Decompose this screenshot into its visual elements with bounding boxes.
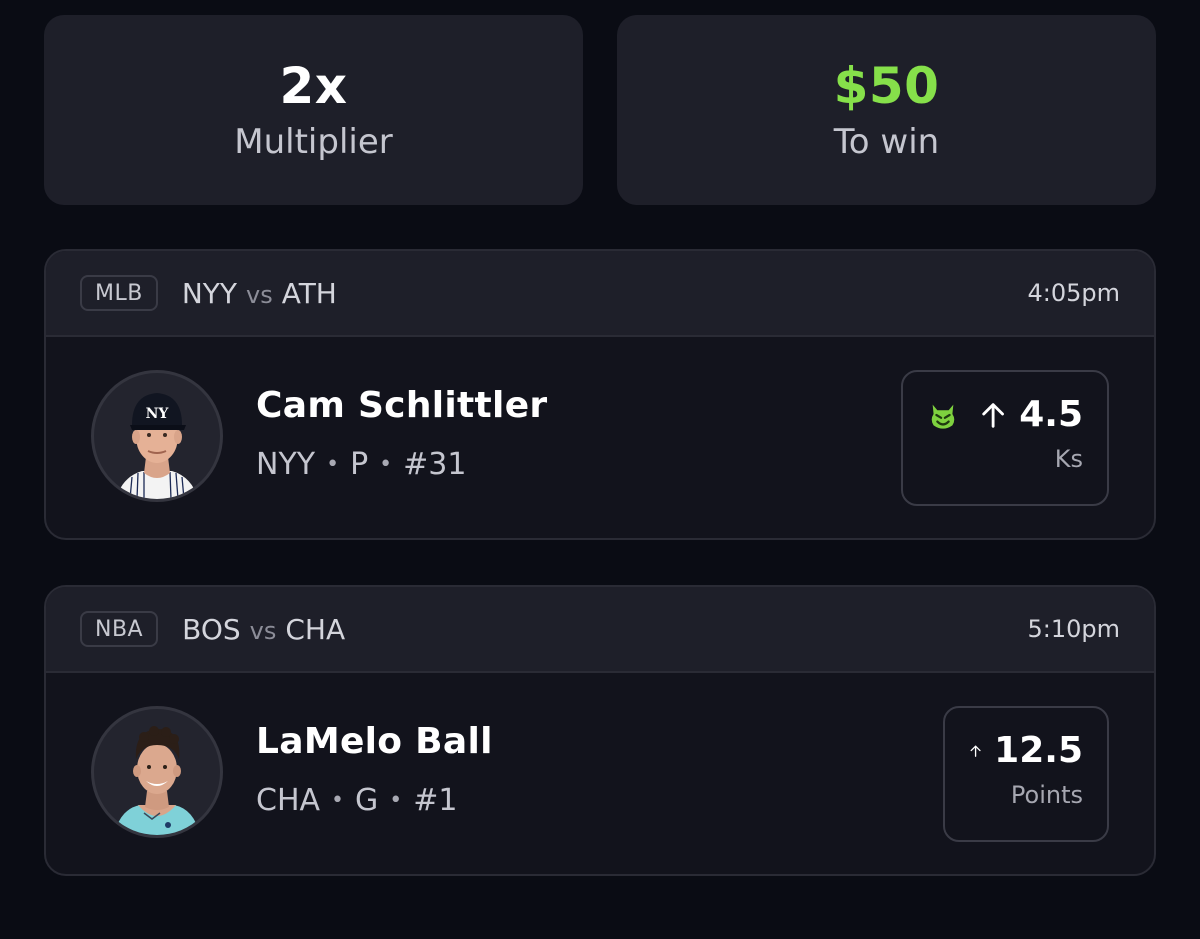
- line-stat: Points: [1010, 781, 1083, 809]
- player-team: CHA: [256, 783, 321, 818]
- game-header: MLB NYY vs ATH 4:05pm: [46, 251, 1154, 337]
- player-number: #1: [413, 783, 458, 818]
- line-stat: Ks: [1054, 445, 1083, 473]
- player-row: NY Cam Schlittler NYY • P • #31 4.5 Ks: [46, 337, 1154, 538]
- arrow-up-icon: [970, 745, 981, 757]
- player-meta: CHA • G • #1: [256, 783, 457, 818]
- line-row: 4.5: [927, 394, 1083, 435]
- line-value: 4.5: [1019, 394, 1083, 435]
- multiplier-value: 2x: [279, 57, 348, 115]
- arrow-up-icon: [982, 402, 1004, 428]
- game-header: NBA BOS vs CHA 5:10pm: [46, 587, 1154, 673]
- player-headshot-icon: [114, 726, 200, 835]
- line-row: 12.5: [969, 730, 1083, 771]
- vs-label: vs: [246, 280, 273, 309]
- player-name: LaMelo Ball: [256, 721, 493, 762]
- pick-card[interactable]: NBA BOS vs CHA 5:10pm LaMelo Ball CHA • …: [44, 585, 1156, 876]
- pick-card[interactable]: MLB NYY vs ATH 4:05pm NY Cam Schlittler …: [44, 249, 1156, 540]
- team-b: ATH: [281, 276, 337, 310]
- separator-dot: •: [389, 788, 403, 813]
- vs-label: vs: [249, 616, 277, 645]
- player-number: #31: [403, 447, 467, 482]
- player-headshot-icon: NY: [116, 393, 198, 499]
- game-time: 5:10pm: [1027, 615, 1120, 643]
- pick-summary-screen: 2x Multiplier $50 To win MLB NYY vs ATH …: [0, 0, 1200, 939]
- player-row: LaMelo Ball CHA • G • #1 12.5 Points: [46, 673, 1154, 874]
- pick-line-button[interactable]: 4.5 Ks: [901, 370, 1109, 506]
- payout-card: $50 To win: [617, 15, 1156, 205]
- pick-line-button[interactable]: 12.5 Points: [943, 706, 1109, 842]
- player-avatar: NY: [91, 370, 223, 502]
- separator-dot: •: [326, 452, 340, 477]
- demon-icon: [931, 404, 955, 429]
- player-team: NYY: [256, 447, 316, 482]
- team-a: NYY: [181, 276, 237, 310]
- player-position: G: [355, 783, 379, 818]
- separator-dot: •: [331, 788, 345, 813]
- multiplier-card: 2x Multiplier: [44, 15, 583, 205]
- line-value: 12.5: [994, 730, 1083, 771]
- league-badge: MLB: [80, 275, 158, 311]
- multiplier-label: Multiplier: [234, 122, 393, 162]
- matchup: BOS vs CHA: [182, 613, 345, 646]
- payout-label: To win: [833, 122, 940, 162]
- game-time: 4:05pm: [1027, 279, 1120, 307]
- team-b: CHA: [285, 612, 346, 646]
- team-a: BOS: [182, 612, 241, 646]
- svg-text:NY: NY: [146, 406, 170, 422]
- league-badge: NBA: [80, 611, 159, 647]
- separator-dot: •: [379, 452, 393, 477]
- player-avatar: [91, 706, 223, 838]
- player-position: P: [350, 447, 369, 482]
- player-meta: NYY • P • #31: [256, 447, 466, 482]
- payout-value: $50: [833, 57, 940, 115]
- player-name: Cam Schlittler: [256, 385, 548, 426]
- matchup: NYY vs ATH: [182, 277, 337, 310]
